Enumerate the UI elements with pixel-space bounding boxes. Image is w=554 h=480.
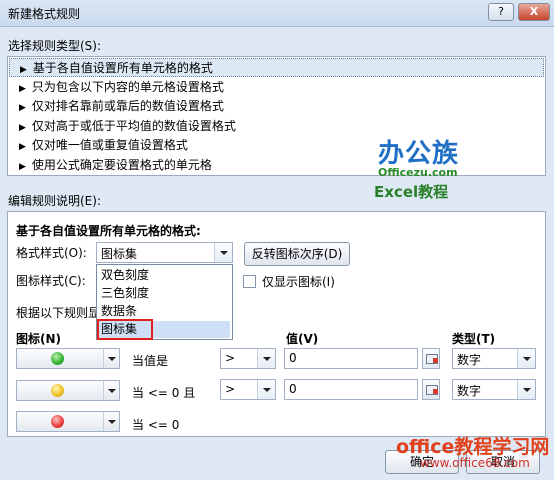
triangle-right-icon: ▶	[20, 65, 27, 75]
format-style-dropdown: 双色刻度 三色刻度 数据条 图标集	[96, 264, 233, 340]
icon-style-label: 图标样式(C):	[16, 274, 86, 288]
rule-type-label: 选择规则类型(S):	[8, 39, 102, 53]
watermark-logo: 办公族	[378, 139, 460, 169]
condition-label: 当 <= 0	[132, 418, 180, 432]
chevron-down-icon[interactable]	[103, 381, 119, 400]
type-column-header: 类型(T)	[452, 332, 496, 346]
operator-select[interactable]: >	[220, 348, 276, 369]
dropdown-option-selected[interactable]: 图标集	[97, 319, 230, 340]
type-select[interactable]: 数字	[452, 348, 536, 369]
dropdown-option[interactable]: 数据条	[99, 303, 230, 320]
cell-reference-icon[interactable]	[422, 379, 440, 400]
triangle-right-icon: ▶	[19, 123, 26, 133]
yellow-circle-icon	[51, 384, 64, 397]
chevron-down-icon[interactable]	[517, 349, 535, 368]
chevron-down-icon[interactable]	[214, 243, 232, 262]
watermark-site: Officezu.com	[378, 166, 458, 179]
title-bar	[0, 0, 554, 27]
rule-heading: 基于各自值设置所有单元格的格式:	[16, 224, 201, 238]
show-icon-only-checkbox[interactable]	[243, 275, 256, 288]
rule-type-item[interactable]: ▶ 基于各自值设置所有单元格的格式	[9, 58, 544, 77]
edit-rule-label: 编辑规则说明(E):	[8, 194, 101, 208]
chevron-down-icon[interactable]	[257, 380, 275, 399]
chevron-down-icon[interactable]	[103, 412, 119, 431]
value-input[interactable]: 0	[284, 348, 418, 369]
help-button[interactable]: ?	[488, 3, 514, 21]
close-button[interactable]: X	[518, 3, 550, 21]
watermark-tagline: Excel教程	[374, 183, 449, 201]
watermark-bottom-site: office教程学习网	[396, 436, 550, 458]
reverse-icon-order-button[interactable]: 反转图标次序(D)	[244, 242, 350, 266]
dropdown-option[interactable]: 三色刻度	[99, 285, 230, 302]
window-title: 新建格式规则	[8, 7, 81, 21]
condition-label: 当值是	[132, 354, 169, 368]
chevron-down-icon[interactable]	[257, 349, 275, 368]
format-style-label: 格式样式(O):	[16, 246, 87, 260]
rule-type-item[interactable]: ▶ 仅对排名靠前或靠后的数值设置格式	[9, 97, 544, 116]
rule-type-item[interactable]: ▶ 只为包含以下内容的单元格设置格式	[9, 78, 544, 97]
rules-label: 根据以下规则显	[16, 306, 101, 320]
green-circle-icon	[51, 352, 64, 365]
dropdown-option[interactable]: 双色刻度	[99, 267, 230, 284]
triangle-right-icon: ▶	[19, 162, 26, 172]
icon-picker-yellow[interactable]	[16, 380, 120, 401]
triangle-right-icon: ▶	[19, 142, 26, 152]
highlight-box: 图标集	[97, 319, 153, 340]
type-select[interactable]: 数字	[452, 379, 536, 400]
value-column-header: 值(V)	[286, 332, 319, 346]
condition-label: 当 <= 0 且	[132, 386, 196, 400]
cell-reference-icon[interactable]	[422, 348, 440, 369]
icon-column-header: 图标(N)	[16, 332, 62, 346]
show-icon-only-label: 仅显示图标(I)	[262, 275, 335, 289]
operator-select[interactable]: >	[220, 379, 276, 400]
icon-picker-green[interactable]	[16, 348, 120, 369]
triangle-right-icon: ▶	[19, 84, 26, 94]
watermark-bottom-url: www.office68.com	[420, 456, 530, 470]
triangle-right-icon: ▶	[19, 103, 26, 113]
value-input[interactable]: 0	[284, 379, 418, 400]
red-circle-icon	[51, 415, 64, 428]
icon-picker-red[interactable]	[16, 411, 120, 432]
chevron-down-icon[interactable]	[103, 349, 119, 368]
chevron-down-icon[interactable]	[517, 380, 535, 399]
format-style-select[interactable]: 图标集	[96, 242, 233, 263]
